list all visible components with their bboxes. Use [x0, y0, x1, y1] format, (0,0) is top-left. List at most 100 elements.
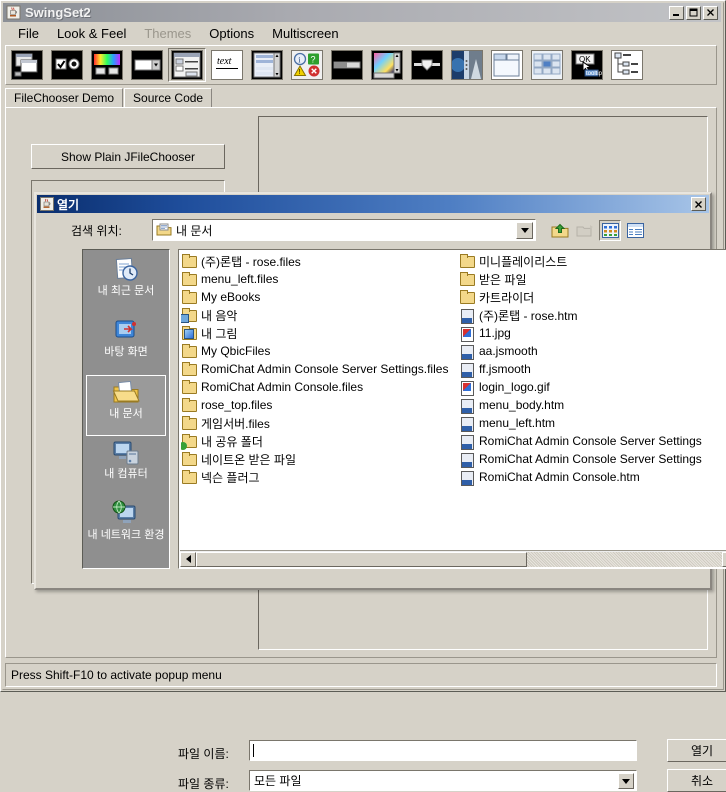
- filename-label: 파일 이름:: [178, 747, 229, 761]
- toolbar-button-scrollpane-demo[interactable]: [368, 48, 406, 82]
- dialog-close-button[interactable]: [691, 197, 706, 211]
- scrollbar-track[interactable]: [196, 551, 722, 567]
- open-button[interactable]: 열기: [667, 739, 726, 762]
- filetype-combobox[interactable]: 모든 파일: [249, 770, 637, 791]
- lookin-combobox[interactable]: 내 문서: [152, 219, 536, 241]
- menu-themes[interactable]: Themes: [135, 24, 200, 43]
- shortcut-label: 내 문서: [109, 408, 143, 420]
- list-item[interactable]: 네이트온 받은 파일: [181, 450, 459, 468]
- html-file-icon: [459, 308, 475, 324]
- window-controls: [667, 5, 718, 20]
- scrollbar-thumb[interactable]: [196, 551, 528, 567]
- folder-icon: [181, 452, 197, 466]
- tab-filechooser-demo[interactable]: FileChooser Demo: [5, 88, 124, 108]
- scroll-right-button[interactable]: [722, 551, 726, 567]
- up-one-level-icon[interactable]: [549, 220, 571, 241]
- toolbar-button-tabbedpane-demo[interactable]: [488, 48, 526, 82]
- shortcut-my-computer[interactable]: 내 컴퓨터: [86, 436, 166, 497]
- folder-icon: [181, 344, 197, 358]
- menu-multiscreen[interactable]: Multiscreen: [263, 24, 347, 43]
- list-demo-icon: [251, 50, 283, 80]
- list-item[interactable]: 내 음악: [181, 306, 459, 324]
- file-name: My eBooks: [201, 290, 261, 304]
- toolbar-button-slider-demo[interactable]: [408, 48, 446, 82]
- list-view-icon[interactable]: [599, 220, 621, 241]
- list-item[interactable]: menu_body.htm: [459, 396, 726, 414]
- toolbar-button-splitpane-demo[interactable]: [448, 48, 486, 82]
- list-item[interactable]: RomiChat Admin Console.htm: [459, 468, 726, 486]
- file-list-columns: (주)론탭 - rose.files menu_left.files My eB…: [181, 252, 726, 548]
- optionpane-demo-icon: i?!: [291, 50, 323, 80]
- toolbar-button-combobox-demo[interactable]: [128, 48, 166, 82]
- svg-text:OK: OK: [579, 55, 591, 64]
- list-item[interactable]: 게임서버.files: [181, 414, 459, 432]
- list-item[interactable]: 넥슨 플러그: [181, 468, 459, 486]
- toolbar-button-optionpane-demo[interactable]: i?!: [288, 48, 326, 82]
- tab-source-code[interactable]: Source Code: [124, 88, 213, 108]
- shared-folder-icon: [181, 434, 197, 450]
- svg-text:tooltip: tooltip: [586, 71, 602, 77]
- toolbar-button-button-demo[interactable]: [48, 48, 86, 82]
- toolbar-button-tree-demo[interactable]: [608, 48, 646, 82]
- file-name: 11.jpg: [479, 326, 511, 340]
- new-folder-icon[interactable]: [574, 220, 596, 241]
- file-name: RomiChat Admin Console.files: [201, 380, 364, 394]
- shortcut-desktop[interactable]: 바탕 화면: [86, 314, 166, 375]
- toolbar-button-colorchooser-demo[interactable]: [88, 48, 126, 82]
- list-item[interactable]: (주)론탭 - rose.htm: [459, 306, 726, 324]
- file-list[interactable]: (주)론탭 - rose.files menu_left.files My eB…: [178, 249, 726, 569]
- toolbar-button-progressbar-demo[interactable]: [328, 48, 366, 82]
- list-item[interactable]: 미니플레이리스트: [459, 252, 726, 270]
- toolbar-button-filechooser-demo[interactable]: [168, 48, 206, 82]
- shortcut-my-documents[interactable]: 내 문서: [86, 375, 166, 436]
- shortcut-my-network-places[interactable]: 내 네트워크 환경: [86, 497, 166, 558]
- list-item[interactable]: (주)론탭 - rose.files: [181, 252, 459, 270]
- chevron-down-icon[interactable]: [618, 773, 634, 789]
- list-item[interactable]: login_logo.gif: [459, 378, 726, 396]
- filename-input[interactable]: [249, 740, 637, 761]
- list-item[interactable]: rose_top.files: [181, 396, 459, 414]
- folder-icon: [459, 272, 475, 286]
- file-name: rose_top.files: [201, 398, 273, 412]
- list-item[interactable]: RomiChat Admin Console.files: [181, 378, 459, 396]
- folder-icon: [181, 254, 197, 268]
- list-item[interactable]: aa.jsmooth: [459, 342, 726, 360]
- demo-tabs: FileChooser Demo Source Code: [5, 87, 717, 108]
- list-item[interactable]: menu_left.files: [181, 270, 459, 288]
- cancel-button[interactable]: 취소: [667, 769, 726, 792]
- scrollpane-demo-icon: [371, 50, 403, 80]
- toolbar-button-table-demo[interactable]: [528, 48, 566, 82]
- list-item[interactable]: 내 공유 폴더: [181, 432, 459, 450]
- close-button[interactable]: [703, 5, 718, 20]
- minimize-button[interactable]: [669, 5, 684, 20]
- toolbar-button-list-demo[interactable]: [248, 48, 286, 82]
- scroll-left-button[interactable]: [180, 551, 196, 567]
- list-item[interactable]: 받은 파일: [459, 270, 726, 288]
- list-item[interactable]: RomiChat Admin Console Server Settings: [459, 432, 726, 450]
- file-name: menu_left.htm: [479, 416, 556, 430]
- show-plain-jfilechooser-button[interactable]: Show Plain JFileChooser: [31, 144, 225, 169]
- list-item[interactable]: RomiChat Admin Console Server Settings.f…: [181, 360, 459, 378]
- list-item[interactable]: My eBooks: [181, 288, 459, 306]
- maximize-button[interactable]: [686, 5, 701, 20]
- list-item[interactable]: My QbicFiles: [181, 342, 459, 360]
- horizontal-scrollbar[interactable]: [180, 550, 726, 567]
- toolbar-button-editorpane-demo[interactable]: text: [208, 48, 246, 82]
- file-name: 미니플레이리스트: [479, 254, 568, 269]
- toolbar-button-tooltip-demo[interactable]: OK tooltip: [568, 48, 606, 82]
- menu-options[interactable]: Options: [200, 24, 263, 43]
- details-view-icon[interactable]: [624, 220, 646, 241]
- progressbar-demo-icon: [331, 50, 363, 80]
- my-computer-icon: [111, 439, 141, 467]
- list-item[interactable]: 11.jpg: [459, 324, 726, 342]
- list-item[interactable]: 카트라이더: [459, 288, 726, 306]
- toolbar-button-internal-frame-demo[interactable]: [8, 48, 46, 82]
- menu-file[interactable]: File: [9, 24, 48, 43]
- menu-look-and-feel[interactable]: Look & Feel: [48, 24, 135, 43]
- list-item[interactable]: menu_left.htm: [459, 414, 726, 432]
- list-item[interactable]: ff.jsmooth: [459, 360, 726, 378]
- shortcut-recent-documents[interactable]: 내 최근 문서: [86, 253, 166, 314]
- list-item[interactable]: RomiChat Admin Console Server Settings: [459, 450, 726, 468]
- chevron-down-icon[interactable]: [516, 222, 533, 239]
- list-item[interactable]: 내 그림: [181, 324, 459, 342]
